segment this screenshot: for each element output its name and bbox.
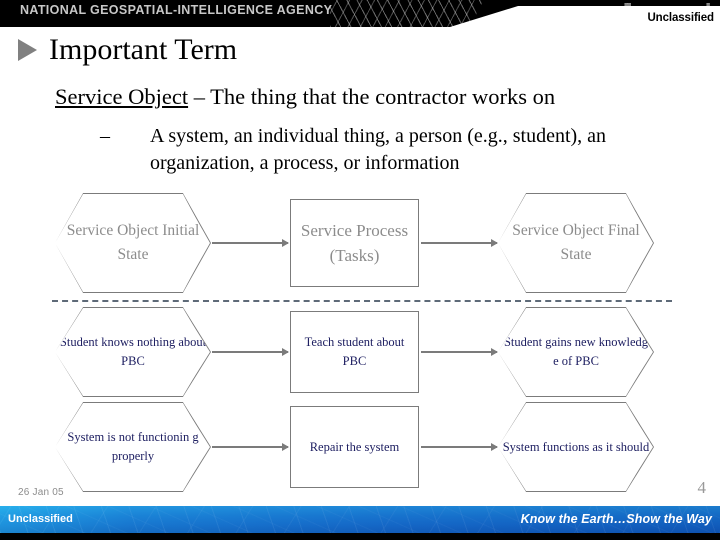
node-label: Service Object Final State xyxy=(512,222,640,263)
arrow-r1-a xyxy=(212,239,289,247)
node-label: Teach student about PBC xyxy=(304,335,405,368)
defined-term: Service Object xyxy=(55,84,189,109)
process-flow-diagram: Service Object Initial State Service Pro… xyxy=(0,185,720,495)
slide-title-row: Important Term xyxy=(18,33,237,67)
node-label: System functions as it should xyxy=(502,439,650,454)
node-label: Service Object Initial State xyxy=(66,222,200,263)
slide-date: 26 Jan 05 xyxy=(18,487,64,498)
node-end-row-3: System functions as it should xyxy=(499,403,653,491)
node-start-row-3: System is not functionin g properly xyxy=(56,403,210,491)
arrow-r3-b xyxy=(421,443,498,451)
bullet-level-2-text: A system, an individual thing, a person … xyxy=(150,125,607,174)
node-label: Repair the system xyxy=(309,439,400,454)
footer-bottom-strip xyxy=(0,533,720,540)
bullet-level-1: Service Object – The thing that the cont… xyxy=(55,83,705,111)
arrow-r3-a xyxy=(212,443,289,451)
bullet-dash-marker: – xyxy=(100,125,110,147)
node-label: Service Process (Tasks) xyxy=(300,221,409,265)
node-process-row-1: Service Process (Tasks) xyxy=(290,199,419,287)
header-glyph-mark-2: ≡ xyxy=(706,2,710,9)
slide-header-bar: NATIONAL GEOSPATIAL-INTELLIGENCE AGENCY … xyxy=(0,0,720,27)
classification-banner-bottom: Unclassified xyxy=(8,513,73,525)
node-start-row-1: Service Object Initial State xyxy=(56,194,210,292)
row-divider xyxy=(52,300,672,302)
agency-name: NATIONAL GEOSPATIAL-INTELLIGENCE AGENCY xyxy=(20,3,333,17)
definition-text: – The thing that the contractor works on xyxy=(188,84,556,109)
arrow-r2-a xyxy=(212,348,289,356)
arrow-r1-b xyxy=(421,239,498,247)
header-glyph-mark-1: ≡≡ xyxy=(624,2,631,9)
node-process-row-2: Teach student about PBC xyxy=(290,311,419,393)
node-label: System is not functionin g properly xyxy=(67,430,199,463)
classification-banner-top: Unclassified xyxy=(647,12,714,24)
node-start-row-2: Student knows nothing about PBC xyxy=(56,308,210,396)
node-end-row-2: Student gains new knowledg e of PBC xyxy=(499,308,653,396)
bullet-level-2: – A system, an individual thing, a perso… xyxy=(100,123,705,177)
node-end-row-1: Service Object Final State xyxy=(499,194,653,292)
page-title: Important Term xyxy=(49,33,238,66)
agency-tagline: Know the Earth…Show the Way xyxy=(520,512,712,526)
arrow-r2-b xyxy=(421,348,498,356)
triangle-right-icon xyxy=(18,39,37,61)
node-process-row-3: Repair the system xyxy=(290,406,419,488)
node-label: Student gains new knowledg e of PBC xyxy=(503,335,649,368)
node-label: Student knows nothing about PBC xyxy=(59,335,207,368)
slide-page-number: 4 xyxy=(697,478,707,497)
